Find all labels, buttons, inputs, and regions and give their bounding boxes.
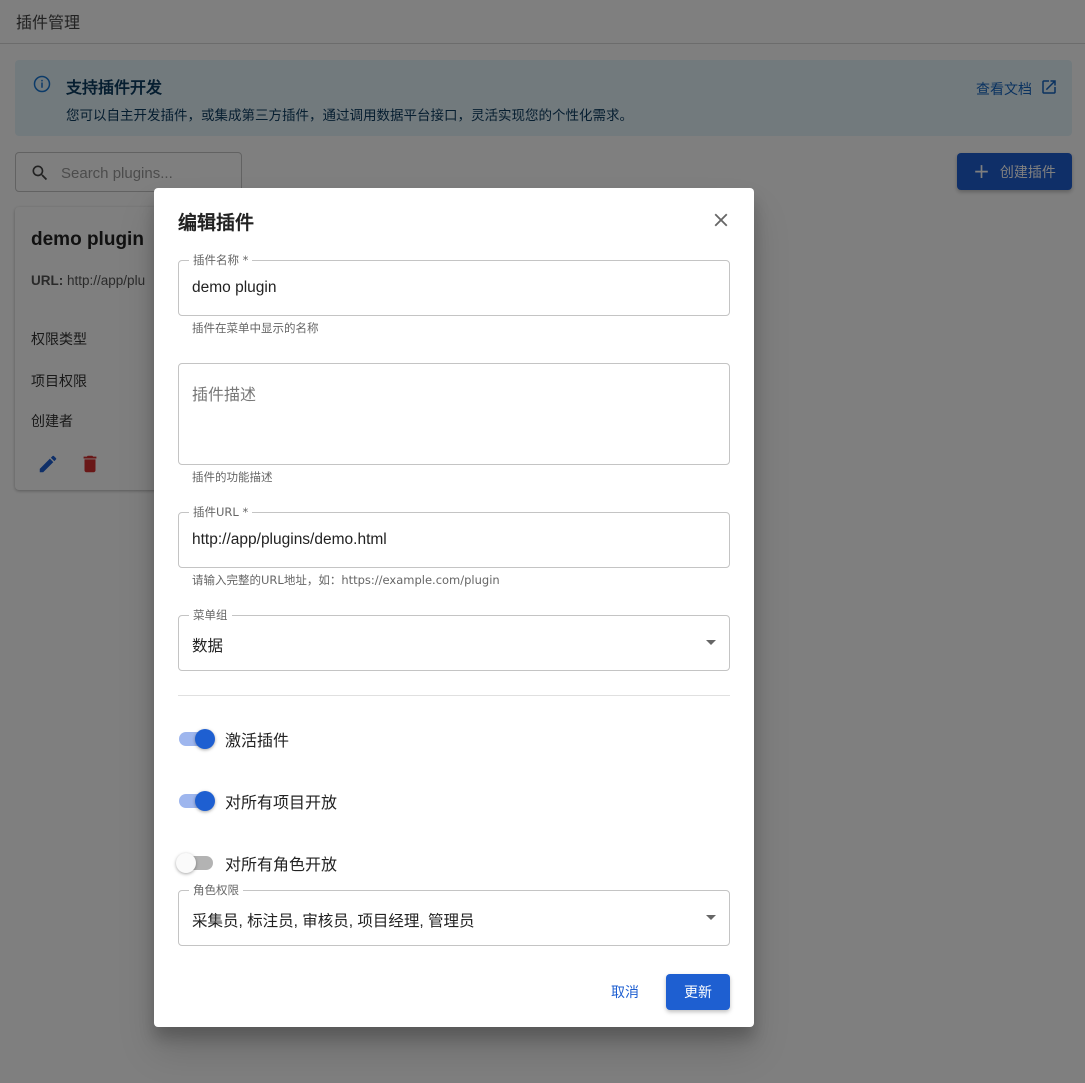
divider [178, 695, 730, 696]
role-permissions-label: 角色权限 [189, 883, 243, 897]
plugin-url-helper: 请输入完整的URL地址，如：https://example.com/plugin [192, 573, 500, 587]
plugin-description-helper: 插件的功能描述 [192, 470, 273, 484]
plugin-name-field[interactable]: 插件名称 * demo plugin [178, 253, 730, 316]
role-permissions-select[interactable]: 角色权限 采集员, 标注员, 审核员, 项目经理, 管理员 [178, 883, 730, 946]
role-permissions-value: 采集员, 标注员, 审核员, 项目经理, 管理员 [192, 913, 475, 930]
activate-plugin-switch[interactable]: 激活插件 [178, 726, 289, 752]
toggle-switch[interactable] [178, 726, 216, 752]
open-to-all-roles-label: 对所有角色开放 [225, 855, 338, 874]
plugin-name-label: 插件名称 * [189, 253, 253, 267]
dropdown-arrow-icon [706, 640, 716, 645]
plugin-name-helper: 插件在菜单中显示的名称 [192, 321, 319, 335]
plugin-name-value[interactable]: demo plugin [192, 279, 276, 297]
plugin-url-field[interactable]: 插件URL * http://app/plugins/demo.html [178, 505, 730, 568]
open-to-all-projects-label: 对所有项目开放 [225, 793, 338, 812]
menu-group-value: 数据 [192, 638, 224, 655]
menu-group-label: 菜单组 [189, 608, 232, 622]
plugin-description-placeholder: 插件描述 [192, 385, 257, 404]
plugin-url-value[interactable]: http://app/plugins/demo.html [192, 531, 387, 549]
dropdown-arrow-icon [706, 915, 716, 920]
open-to-all-roles-switch[interactable]: 对所有角色开放 [176, 850, 338, 876]
cancel-button[interactable]: 取消 [600, 974, 650, 1010]
dialog-title: 编辑插件 [178, 212, 255, 234]
plugin-url-label: 插件URL * [189, 505, 253, 519]
menu-group-select[interactable]: 菜单组 数据 [178, 608, 730, 671]
toggle-switch[interactable] [176, 850, 216, 876]
plugin-description-field[interactable]: 插件描述 [178, 363, 730, 465]
update-button[interactable]: 更新 [666, 974, 730, 1010]
activate-plugin-label: 激活插件 [225, 731, 290, 750]
toggle-switch[interactable] [178, 788, 216, 814]
edit-plugin-dialog: 编辑插件 插件名称 * demo plugin 插件在菜单中显示的名称 插件描述… [154, 188, 754, 1027]
open-to-all-projects-switch[interactable]: 对所有项目开放 [178, 788, 337, 814]
close-icon[interactable] [710, 209, 732, 231]
